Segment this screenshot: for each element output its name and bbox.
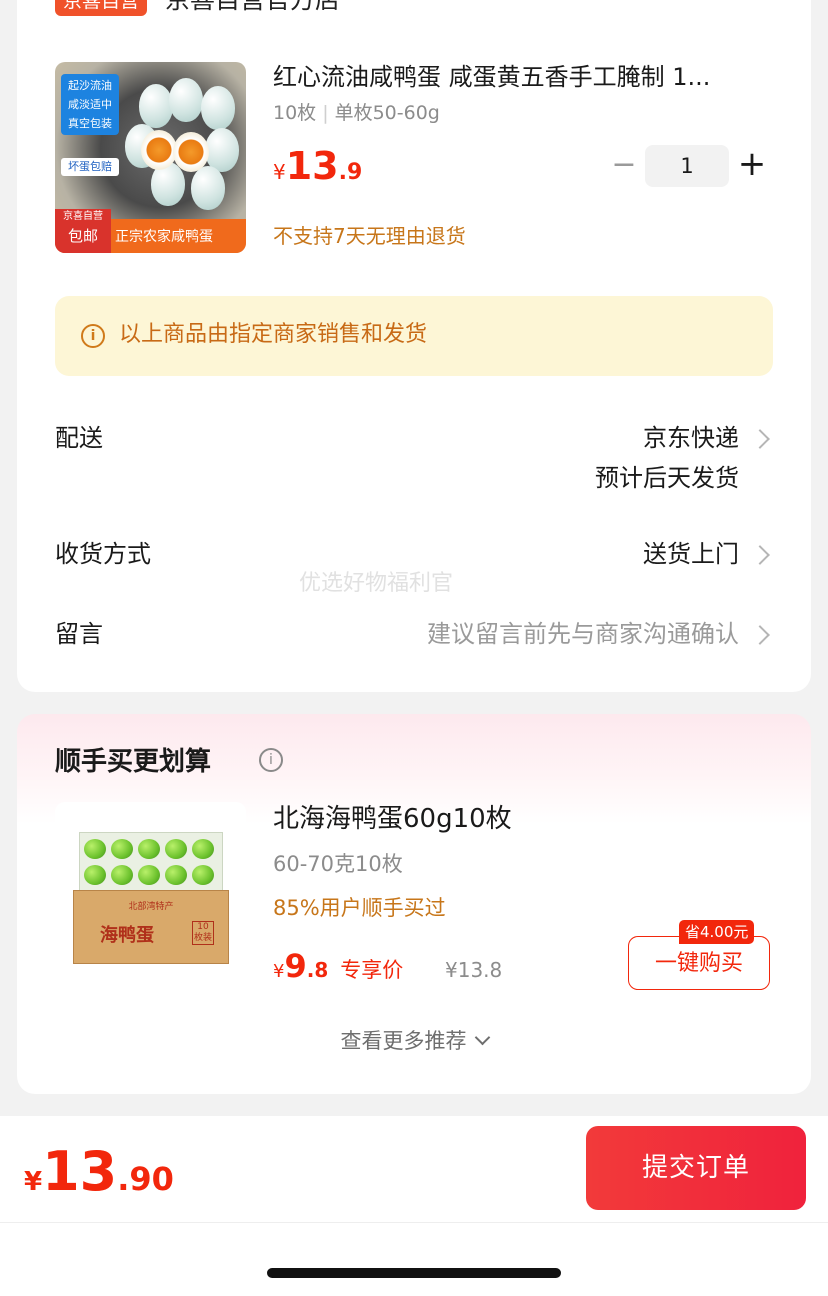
product-price: ¥13.9 <box>273 146 362 194</box>
see-more-label: 查看更多推荐 <box>340 1029 467 1053</box>
info-icon[interactable]: i <box>259 748 283 772</box>
original-price: ¥13.8 <box>445 958 503 982</box>
receive-method-chevron-icon[interactable] <box>750 545 770 565</box>
recommendation-title: 顺手买更划算 <box>55 747 212 777</box>
recommendation-price: ¥9.8 专享价 <box>273 948 403 990</box>
egg-box-top <box>79 832 223 894</box>
quantity-increase-button[interactable]: + <box>735 146 769 182</box>
delivery-label: 配送 <box>55 424 103 452</box>
seller-notice-text: 以上商品由指定商家销售和发货 <box>119 322 428 347</box>
spec-separator: | <box>322 102 329 124</box>
spec-weight: 单枚50-60g <box>334 102 440 124</box>
total-decimal: .90 <box>117 1160 174 1198</box>
one-click-buy-button[interactable]: 一键购买 <box>628 936 770 990</box>
return-policy-note: 不支持7天无理由退货 <box>273 224 466 248</box>
recommendation-bought-rate: 85%用户顺手买过 <box>273 896 446 920</box>
price-integer: 13 <box>285 144 339 188</box>
image-badge-top: 京喜自营 <box>63 211 103 222</box>
price-integer: 9 <box>284 947 307 985</box>
order-card: 京喜自营 京喜自营官方店 起沙流油 咸淡适中 真空包装 坏蛋包赔 京喜自营 包邮… <box>17 0 811 692</box>
price-currency: ¥ <box>273 961 285 982</box>
chevron-down-icon <box>474 1029 490 1046</box>
total-price: ¥13.90 <box>24 1142 174 1215</box>
price-decimal: .8 <box>306 958 329 982</box>
image-tag: 起沙流油 <box>68 79 112 92</box>
image-tag-guarantee: 坏蛋包赔 <box>61 158 119 176</box>
image-badge-bottom: 包邮 <box>67 227 98 245</box>
box-brand: 海鸭蛋 <box>100 925 154 946</box>
egg-box-front: 北部湾特产 海鸭蛋 10枚装 <box>73 890 229 964</box>
price-currency: ¥ <box>273 160 286 184</box>
product-title[interactable]: 红心流油咸鸭蛋 咸蛋黄五香手工腌制 1... <box>273 58 773 96</box>
store-tag: 京喜自营 <box>55 0 148 16</box>
box-count: 10枚装 <box>192 921 214 945</box>
home-indicator[interactable] <box>267 1268 561 1278</box>
spec-count: 10枚 <box>273 102 317 124</box>
quantity-input[interactable]: 1 <box>645 145 729 187</box>
delivery-chevron-icon[interactable] <box>750 429 770 449</box>
recommendation-name[interactable]: 北海海鸭蛋60g10枚 <box>273 800 512 838</box>
see-more-button[interactable]: 查看更多推荐 <box>17 1026 811 1056</box>
message-chevron-icon[interactable] <box>750 625 770 645</box>
info-icon: i <box>81 324 105 348</box>
message-label: 留言 <box>55 620 103 648</box>
image-tag: 咸淡适中 <box>68 98 112 111</box>
product-spec: 10枚 | 单枚50-60g <box>273 100 440 126</box>
receive-method-value[interactable]: 送货上门 <box>643 538 739 570</box>
image-tag: 真空包装 <box>68 117 112 130</box>
quantity-decrease-button[interactable]: − <box>609 150 639 182</box>
image-badge: 京喜自营 包邮 <box>55 209 111 253</box>
watermark: 优选好物福利官 <box>299 571 454 596</box>
product-image[interactable]: 起沙流油 咸淡适中 真空包装 坏蛋包赔 京喜自营 包邮 正宗农家咸鸭蛋 <box>55 62 246 253</box>
store-name[interactable]: 京喜自营官方店 <box>165 0 340 16</box>
box-line: 北部湾特产 <box>128 902 174 912</box>
total-currency: ¥ <box>24 1167 43 1197</box>
total-integer: 13 <box>42 1140 118 1203</box>
delivery-eta: 预计后天发货 <box>595 464 739 492</box>
checkout-bar: ¥13.90 提交订单 <box>0 1116 828 1296</box>
message-input[interactable]: 建议留言前先与商家沟通确认 <box>427 618 739 650</box>
image-tag-list: 起沙流油 咸淡适中 真空包装 <box>61 74 119 135</box>
savings-badge: 省4.00元 <box>679 920 755 944</box>
submit-order-button[interactable]: 提交订单 <box>586 1126 806 1210</box>
recommendation-card: 顺手买更划算 i 北部湾特产 海鸭蛋 10枚装 北海海鸭蛋60g10枚 60-7… <box>17 714 811 1094</box>
image-footer-text: 正宗农家咸鸭蛋 <box>115 229 213 245</box>
delivery-carrier[interactable]: 京东快递 <box>643 422 739 454</box>
seller-notice: i 以上商品由指定商家销售和发货 <box>55 296 773 376</box>
recommendation-image[interactable]: 北部湾特产 海鸭蛋 10枚装 <box>55 802 246 993</box>
price-label: 专享价 <box>340 958 404 982</box>
divider <box>0 1222 828 1223</box>
recommendation-spec: 60-70克10枚 <box>273 852 403 876</box>
receive-method-label: 收货方式 <box>55 540 151 568</box>
price-decimal: .9 <box>338 160 363 185</box>
